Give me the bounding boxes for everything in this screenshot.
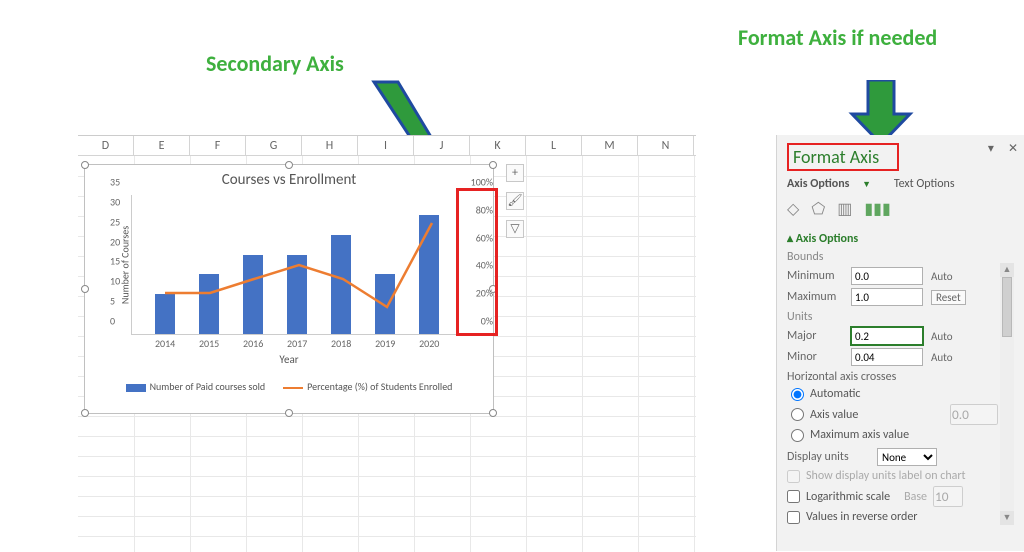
input-minor[interactable] [851, 348, 923, 366]
col-header[interactable]: F [190, 136, 246, 155]
col-header[interactable]: E [134, 136, 190, 155]
input-major[interactable] [851, 327, 923, 345]
x-tick: 2016 [243, 337, 263, 350]
tab-text-options[interactable]: Text Options [894, 177, 955, 191]
y-tick: 25 [110, 215, 120, 228]
chart-legend[interactable]: Number of Paid courses sold Percentage (… [85, 380, 493, 393]
label-maximum: Maximum [787, 290, 851, 304]
label-display-units: Display units [787, 450, 877, 464]
callout-secondary-axis-box [456, 188, 498, 336]
label-bounds: Bounds [787, 250, 998, 264]
cells-grid[interactable]: Courses vs Enrollment Number of Courses … [78, 156, 696, 552]
input-axis-value [950, 404, 998, 425]
col-header[interactable]: K [470, 136, 526, 155]
x-tick: 2017 [287, 337, 307, 350]
input-maximum[interactable] [851, 288, 923, 306]
spreadsheet-grid[interactable]: D E F G H I J K L M N Courses vs Enrollm… [78, 135, 696, 551]
radio-maximum-axis-value[interactable] [791, 429, 804, 442]
y-tick: 35 [110, 176, 120, 189]
tab-axis-options[interactable]: Axis Options ▼ [787, 177, 881, 191]
format-axis-pane: ▾ ✕ Format Axis Axis Options ▼ Text Opti… [776, 135, 1024, 551]
x-tick: 2020 [419, 337, 439, 350]
legend-item[interactable]: Percentage (%) of Students Enrolled [283, 380, 452, 393]
label-horizontal-crosses: Horizontal axis crosses [787, 370, 998, 384]
chart-filter-button[interactable]: ▽ [506, 220, 524, 238]
embedded-chart[interactable]: Courses vs Enrollment Number of Courses … [84, 164, 494, 414]
col-header[interactable]: J [414, 136, 470, 155]
y2-tick: 100% [471, 176, 493, 189]
y-axis-label: Number of Courses [119, 225, 132, 303]
check-values-reverse[interactable] [787, 511, 800, 524]
legend-item[interactable]: Number of Paid courses sold [126, 380, 266, 393]
x-tick: 2018 [331, 337, 351, 350]
chart-add-element-button[interactable]: + [506, 164, 524, 182]
format-axis-title: Format Axis [787, 143, 899, 171]
radio-automatic[interactable] [791, 388, 804, 401]
scroll-thumb[interactable] [1002, 277, 1012, 337]
col-header[interactable]: G [246, 136, 302, 155]
annotation-secondary-axis: Secondary Axis [206, 50, 344, 77]
button-minor-auto[interactable]: Auto [931, 351, 953, 364]
col-header[interactable]: M [582, 136, 638, 155]
pane-scrollbar[interactable]: ▲ ▼ [1000, 263, 1014, 525]
annotation-format-axis: Format Axis if needed [738, 24, 937, 51]
pane-options-dropdown-icon[interactable]: ▾ [988, 141, 994, 156]
y-tick: 30 [110, 195, 120, 208]
col-header[interactable]: I [358, 136, 414, 155]
fill-line-icon[interactable]: ◇ [787, 199, 799, 219]
scroll-up-icon[interactable]: ▲ [1000, 263, 1014, 277]
input-log-base [933, 486, 963, 507]
button-maximum-reset[interactable]: Reset [931, 290, 966, 305]
chart-side-tools: + 🖌 ▽ [506, 164, 526, 248]
scroll-down-icon[interactable]: ▼ [1000, 511, 1014, 525]
button-major-auto[interactable]: Auto [931, 330, 953, 343]
check-show-units-label [787, 470, 800, 483]
y-tick: 0 [110, 315, 115, 328]
col-header[interactable]: D [78, 136, 134, 155]
col-header[interactable]: L [526, 136, 582, 155]
chart-styles-button[interactable]: 🖌 [506, 192, 524, 210]
select-display-units[interactable]: None [877, 448, 937, 466]
x-tick: 2015 [199, 337, 219, 350]
axis-options-icon[interactable]: ▮▮▮ [864, 199, 890, 219]
check-logarithmic-scale[interactable] [787, 490, 800, 503]
radio-axis-value[interactable] [791, 408, 804, 421]
x-tick: 2019 [375, 337, 395, 350]
x-axis-label: Year [85, 353, 493, 366]
y-tick: 15 [110, 255, 120, 268]
pane-close-icon[interactable]: ✕ [1008, 141, 1018, 156]
col-header[interactable]: H [302, 136, 358, 155]
label-minor: Minor [787, 350, 851, 364]
button-minimum-auto[interactable]: Auto [931, 270, 953, 283]
section-axis-options[interactable]: ▴ Axis Options [787, 231, 998, 246]
column-headers-row: D E F G H I J K L M N [78, 136, 696, 156]
label-major: Major [787, 329, 851, 343]
size-properties-icon[interactable]: ▥ [837, 199, 852, 219]
x-tick: 2014 [155, 337, 175, 350]
y-tick: 5 [110, 295, 115, 308]
label-units: Units [787, 310, 998, 324]
y-tick: 20 [110, 235, 120, 248]
chart-plot-area[interactable]: Number of Courses 0 5 10 15 20 25 30 35 … [131, 195, 463, 335]
effects-icon[interactable]: ⬠ [811, 199, 825, 219]
label-minimum: Minimum [787, 269, 851, 283]
col-header[interactable]: N [638, 136, 694, 155]
line-series[interactable] [132, 195, 463, 334]
input-minimum[interactable] [851, 267, 923, 285]
y-tick: 10 [110, 275, 120, 288]
